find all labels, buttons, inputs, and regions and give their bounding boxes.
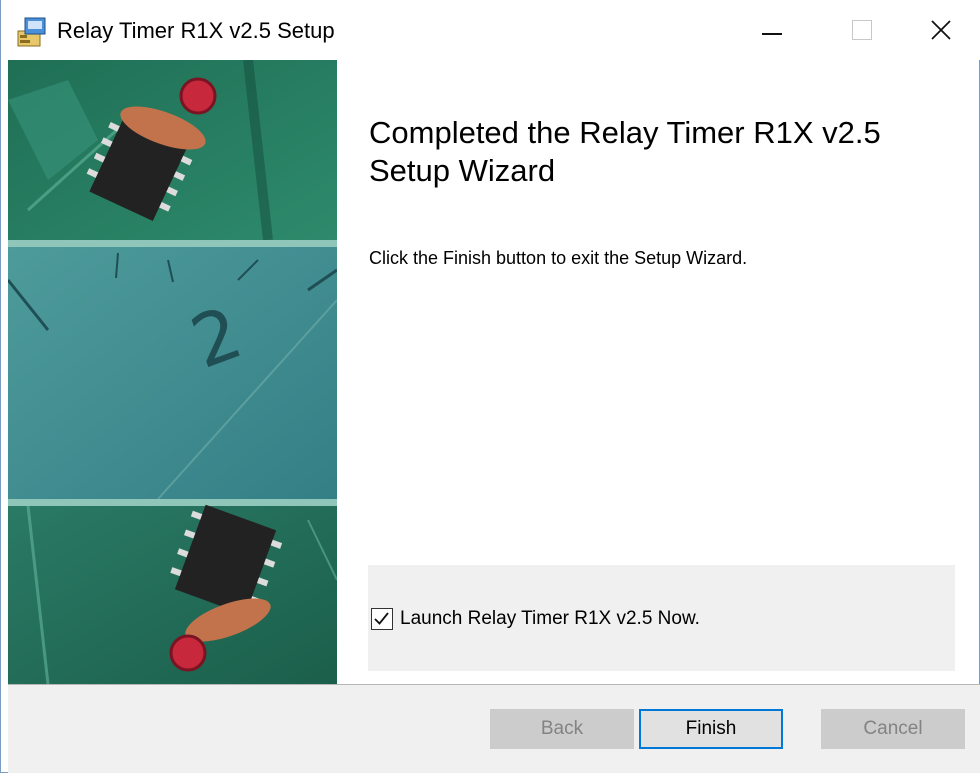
back-button: Back — [490, 709, 634, 749]
launch-checkbox[interactable] — [371, 608, 393, 630]
maximize-icon — [852, 20, 872, 40]
minimize-button[interactable] — [727, 0, 817, 60]
cancel-button: Cancel — [821, 709, 965, 749]
wizard-heading: Completed the Relay Timer R1X v2.5 Setup… — [369, 115, 881, 188]
setup-wizard-window: Relay Timer R1X v2.5 Setup 2 Completed t… — [0, 0, 980, 773]
installer-icon — [17, 17, 46, 47]
close-button[interactable] — [901, 0, 980, 60]
wizard-banner-image: 2 — [8, 60, 337, 684]
clock-dial — [8, 247, 337, 499]
finish-button[interactable]: Finish — [639, 709, 783, 749]
maximize-button — [817, 0, 907, 60]
window-title: Relay Timer R1X v2.5 Setup — [57, 18, 335, 43]
led-bottom — [169, 634, 207, 672]
wizard-description: Click the Finish button to exit the Setu… — [369, 248, 748, 268]
checkmark-icon — [374, 612, 389, 625]
launch-checkbox-label[interactable]: Launch Relay Timer R1X v2.5 Now. — [400, 608, 700, 630]
minimize-icon — [762, 33, 782, 35]
led-top — [179, 77, 217, 115]
title-bar[interactable]: Relay Timer R1X v2.5 Setup — [1, 0, 980, 60]
close-icon — [931, 20, 951, 40]
